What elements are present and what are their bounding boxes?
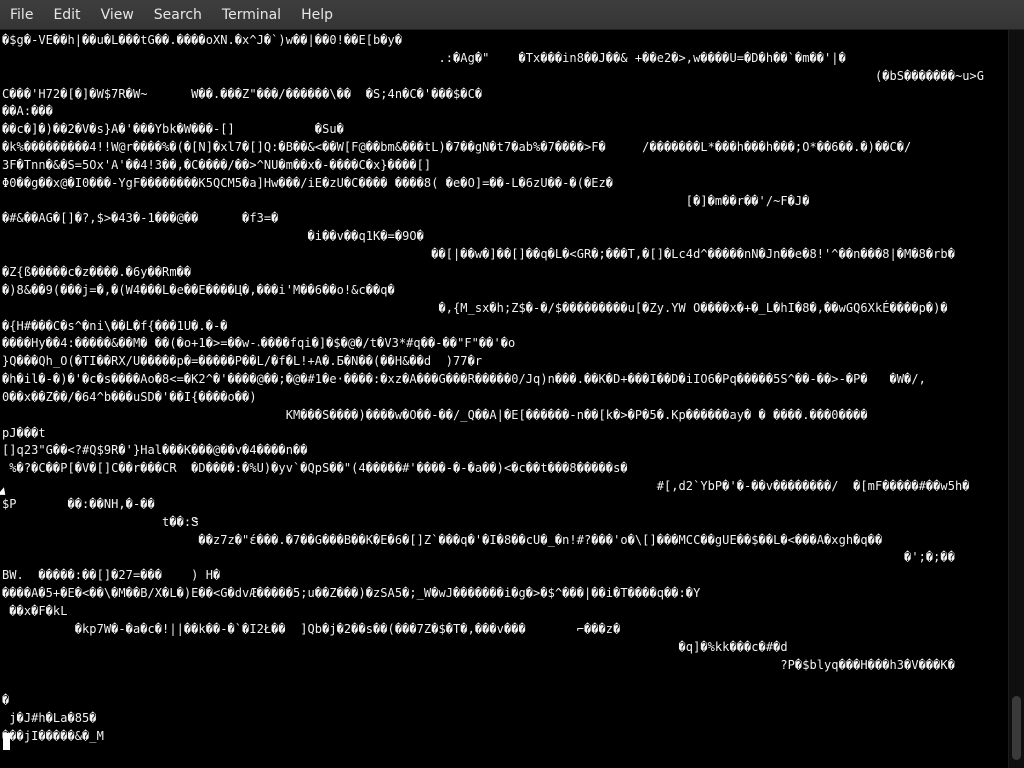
terminal-line: []q23"G��<?#Q$9R�'}Hal���K���@��v�4����n…	[2, 443, 308, 458]
terminal-line: �,{M_sx�h;Z$�-�/$���������u[�Zy.YW O����…	[2, 300, 948, 315]
terminal-line: ��A:���	[2, 104, 53, 119]
menu-bar: File Edit View Search Terminal Help	[0, 0, 1024, 30]
terminal-line: t��:Ꮥ	[2, 514, 199, 529]
terminal-line: j�J#h�La�85�	[2, 711, 97, 726]
terminal-line: ����Hy��4:�����&��M� ��(�o+1�>=��w-˔����…	[2, 336, 516, 351]
terminal-window: File Edit View Search Terminal Help �$g�…	[0, 0, 1024, 768]
vertical-scrollbar[interactable]	[1008, 30, 1024, 768]
terminal-line: .:�Ag�" �Tx���in8��J��& +��e2�>,w����U=�…	[2, 50, 846, 65]
terminal-line: �kp7W�-�a�c�!||��k��-�`�I2Ł�� ]Qb�j�2��s…	[2, 621, 621, 636]
text-cursor	[3, 733, 10, 750]
terminal-line: }Q���Qh_O(�TI��RX/U�����p�=�����P��L/�f�…	[2, 354, 483, 369]
menu-search[interactable]: Search	[144, 0, 212, 30]
terminal-line: #[,d2`YbP�'�-��v��������/ �[mF�����#��w5…	[2, 479, 970, 494]
terminal-line: KM���S����)����w�O��-��/_Q��A|�E[������-…	[2, 407, 868, 422]
terminal-line: �q]�%kk���c�#�d	[2, 639, 788, 654]
terminal-output-area[interactable]: �$g�-VE��h|��u�L���tG��.����oXN.�x^J�`)w…	[0, 30, 1008, 768]
terminal-line: ����A�5+�E�<��\�M��B/X�L�)E��<G�dvÆ�����…	[2, 586, 701, 601]
terminal-line: �Z{ß�����c�z����.�6y��Rm��	[2, 264, 192, 279]
terminal-line: �h�il�-�)�'�c�s����Ao�8<=�K2^�'����@��;�…	[2, 372, 926, 387]
terminal-line: 0��x��Z��/�64^b���uSD�'��I{����o��)	[2, 389, 257, 404]
terminal-line: ?P�$blyq���H���h3�V���K�	[2, 657, 955, 672]
menu-terminal[interactable]: Terminal	[212, 0, 291, 30]
terminal-line: %�?�C��P[�V�[]C��r���CR �D����:�%U)�yv`�…	[2, 461, 628, 476]
terminal-line: ��[|��w�]��[]��q�L�<GR�;���T,�[]�Lc4d^��…	[2, 247, 955, 262]
menu-help[interactable]: Help	[291, 0, 343, 30]
menu-view[interactable]: View	[91, 0, 144, 30]
terminal-line: �k%���������4!!W@r����%�(�[N]�xl7�[]Q:�B…	[2, 140, 912, 155]
terminal-line: �#&��AG�[]�?,$>�43�-1���@�� �f3=�	[2, 211, 279, 226]
terminal-text: �$g�-VE��h|��u�L���tG��.����oXN.�x^J�`)w…	[2, 32, 1006, 746]
terminal-line: [�]�m��r��'/~F�J�	[2, 193, 810, 208]
terminal-line: pJ���t	[2, 425, 46, 440]
terminal-line: ��z7z�"έ���.�7��G���B��K�E�6�[]Z`���q�'�…	[2, 532, 883, 547]
terminal-line: (�bS�������~u>G	[2, 68, 985, 83]
terminal-line: �{H#���C�s^�ni\��L�f{���1U�.�-�	[2, 318, 228, 333]
terminal-line: BW. �����:��[]�27=��� ) H�	[2, 568, 221, 583]
terminal-line: $P ��:��NH,�-��	[2, 496, 155, 511]
terminal-line: ��c�]�)��2�V�s}A�'���Ybk�W���-[] �Su�	[2, 122, 344, 137]
terminal-line: �i��v��q1K�=�9O�	[2, 229, 424, 244]
terminal-line: Φ0��g��x@�I0���-YgF��������K5QCM5�a]Hw��…	[2, 175, 614, 190]
menu-file[interactable]: File	[0, 0, 43, 30]
terminal-line: ���jI�����&�_M	[2, 728, 104, 743]
scrollbar-thumb[interactable]	[1012, 696, 1021, 760]
terminal-line: �)8&��9(���j=�,�(W4���L�e��E����Ц�,���i'…	[2, 282, 395, 297]
terminal-line: �';�;��	[2, 550, 955, 565]
menu-edit[interactable]: Edit	[43, 0, 90, 30]
terminal-line: ��x�F�kL	[2, 604, 68, 618]
terminal-line: C���'H72�[�]�W$7R�W~ W��.���Z"���/������…	[2, 86, 483, 101]
terminal-line: �	[2, 693, 10, 708]
terminal-line: �$g�-VE��h|��u�L���tG��.����oXN.�x^J�`)w…	[2, 33, 403, 47]
terminal-line: 3F�Tnn�&�S=5Ox'A'��4!3��,�C����/��>^NU�m…	[2, 157, 432, 172]
